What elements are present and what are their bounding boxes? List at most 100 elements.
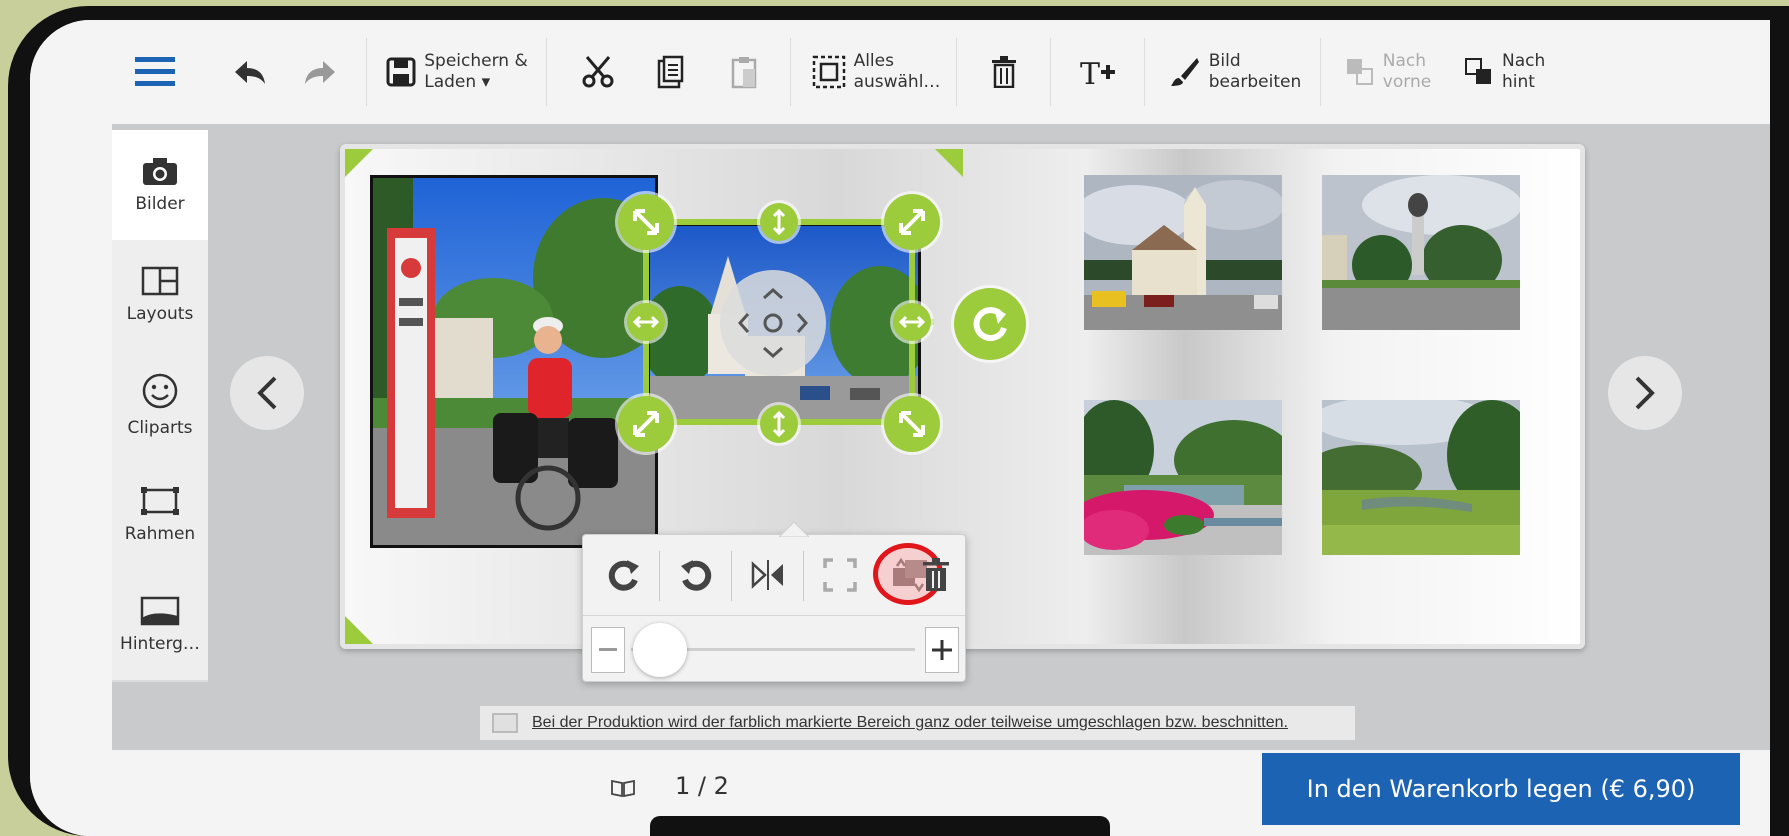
popup-divider [583,615,965,616]
rotate-left-button[interactable] [661,545,731,605]
svg-text:T: T [1080,57,1100,88]
sidebar-item-bilder[interactable]: Bilder [112,130,208,242]
resize-handle-top-right[interactable] [884,194,940,250]
bring-forward-label-1: Nach [1382,51,1427,71]
horizontal-resize-icon [633,315,659,329]
send-backward-label-1: Nach [1502,51,1546,71]
chevron-right-icon [1635,376,1655,410]
sidebar-item-label: Hinterg… [120,634,200,654]
menu-button[interactable] [120,20,190,124]
toolbar-divider [546,38,547,106]
undo-button[interactable] [222,20,278,124]
select-all-label-2: auswähl… [853,72,941,92]
diagonal-resize-icon [899,411,925,437]
scissors-icon [582,56,614,88]
pan-arrows-icon [737,287,809,359]
resize-handle-left[interactable] [627,303,665,341]
resize-handle-right[interactable] [893,303,931,341]
sidebar-item-rahmen[interactable]: Rahmen [112,460,208,572]
home-indicator [650,816,1110,836]
popup-divider [731,551,732,601]
sidebar: Bilder Layouts Cliparts Rahmen Hinterg… [112,130,208,750]
hamburger-icon [135,57,175,86]
edit-image-label-2: bearbeiten [1208,72,1302,92]
rotate-right-button[interactable] [589,545,659,605]
device-frame: Speichern & Laden ▾ Alles auswähl… T Bil… [8,6,1789,836]
photo-right-4[interactable] [1322,400,1520,555]
fold-corner-marker [935,149,963,177]
flip-horizontal-button[interactable] [733,545,803,605]
sidebar-item-label: Bilder [135,194,185,214]
sidebar-item-cliparts[interactable]: Cliparts [112,350,208,462]
frame-icon [141,487,179,515]
popup-divider [803,551,804,601]
flowers-river-photo-image [1084,400,1282,555]
bring-forward-icon [1346,59,1373,85]
resize-handle-bottom[interactable] [760,405,798,443]
edit-image-button[interactable]: Bild bearbeiten [1160,20,1310,124]
background-icon [140,596,180,626]
save-load-label-2: Laden ▾ [424,72,491,92]
cut-button[interactable] [570,20,626,124]
diagonal-resize-icon [633,209,659,235]
zoom-slider-thumb[interactable] [633,623,687,677]
send-backward-button[interactable]: Nach hint [1464,20,1574,124]
redo-button[interactable] [292,20,348,124]
copy-button[interactable] [642,20,698,124]
add-text-icon: T [1080,57,1115,88]
zoom-out-button[interactable] [591,627,625,673]
sidebar-item-hintergrund[interactable]: Hinterg… [112,570,208,682]
select-all-icon [812,55,845,89]
add-to-cart-button[interactable]: In den Warenkorb legen (€ 6,90) [1262,753,1740,825]
fit-frame-button[interactable] [805,545,875,605]
photo-right-2[interactable] [1322,175,1520,330]
popup-divider [659,551,660,601]
paste-button[interactable] [716,20,772,124]
vertical-resize-icon [772,209,786,235]
resize-handle-top[interactable] [760,203,798,241]
previous-page-button[interactable] [230,356,304,430]
save-load-button[interactable]: Speichern & Laden ▾ [382,20,532,124]
pan-control[interactable] [720,270,826,376]
toolbar-divider [790,38,791,106]
copy-icon [657,55,684,89]
next-page-button[interactable] [1608,356,1682,430]
zoom-in-button[interactable] [925,627,959,673]
add-text-button[interactable]: T [1070,20,1126,124]
flip-horizontal-icon [751,560,783,590]
paste-icon [731,57,757,89]
trim-notice: Bei der Produktion wird der farblich mar… [480,706,1355,740]
toolbar: Speichern & Laden ▾ Alles auswähl… T Bil… [30,20,1770,124]
trim-notice-text[interactable]: Bei der Produktion wird der farblich mar… [532,714,1288,732]
toolbar-divider [1144,38,1145,106]
sidebar-item-label: Layouts [126,304,194,324]
page-overview-button[interactable] [610,778,636,802]
photo-right-3[interactable] [1084,400,1282,555]
resize-handle-top-left[interactable] [618,194,674,250]
toolbar-divider [1050,38,1051,106]
minus-icon [599,648,617,651]
trash-icon [992,56,1016,88]
bring-forward-button[interactable]: Nach vorne [1328,20,1448,124]
fullscreen-icon [823,558,857,592]
popup-delete-button[interactable] [901,545,971,605]
popup-pointer [779,521,809,537]
select-all-button[interactable]: Alles auswähl… [806,20,946,124]
delete-button[interactable] [976,20,1032,124]
sidebar-item-layouts[interactable]: Layouts [112,240,208,352]
chevron-left-icon [257,376,277,410]
image-tools-popup [582,521,966,682]
save-icon [386,57,416,87]
sidebar-item-label: Cliparts [127,418,193,438]
layout-icon [141,266,179,296]
camera-icon [143,158,177,185]
resize-handle-bottom-left[interactable] [618,396,674,452]
app-screen: Speichern & Laden ▾ Alles auswähl… T Bil… [30,20,1770,836]
rotate-handle[interactable] [954,288,1026,360]
village-photo-image [1322,175,1520,330]
trash-icon [923,558,949,591]
resize-handle-bottom-right[interactable] [884,396,940,452]
photo-cyclist[interactable] [370,175,658,548]
meadow-river-photo-image [1322,400,1520,555]
photo-right-1[interactable] [1084,175,1282,330]
